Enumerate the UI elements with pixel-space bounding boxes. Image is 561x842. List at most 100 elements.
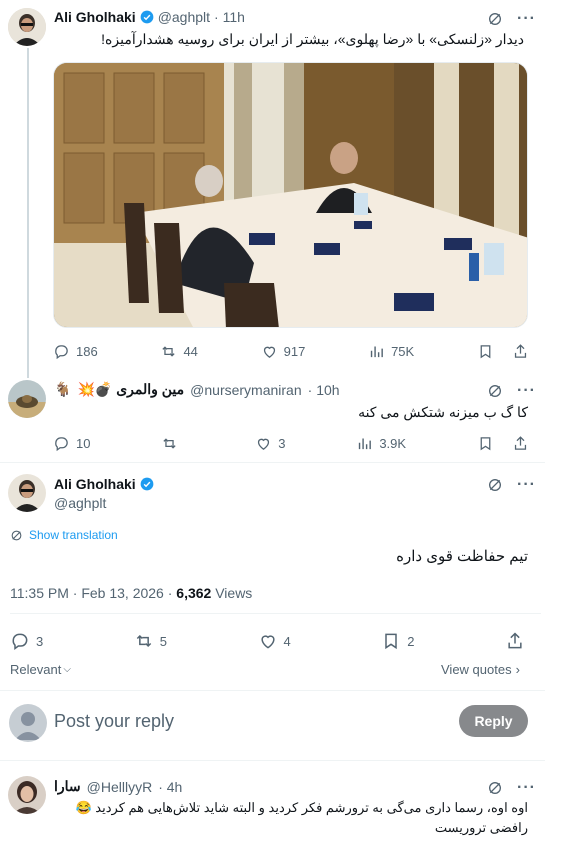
avatar-image [8, 380, 46, 418]
avatar[interactable] [8, 380, 46, 418]
reply-submit-button[interactable]: Reply [459, 705, 528, 737]
tweet-meta: 11:35 PM · Feb 13, 2026 · 6,362 Views [10, 585, 252, 601]
main-top-actions: ··· [487, 476, 536, 494]
retweet-count: 44 [183, 344, 198, 359]
like-button[interactable]: 917 [261, 343, 306, 360]
bookmark-icon[interactable] [477, 343, 494, 360]
translate-icon [11, 530, 22, 540]
avatar-image [8, 8, 46, 46]
heart-icon [260, 635, 275, 649]
avatar[interactable] [8, 8, 46, 46]
more-options-icon[interactable]: ··· [517, 382, 536, 400]
divider [10, 613, 541, 614]
show-translation-link[interactable]: Show translation [10, 528, 118, 542]
divider [0, 760, 545, 761]
user-avatar[interactable] [9, 704, 47, 742]
reply-button[interactable]: 10 [53, 435, 90, 452]
retweet-button[interactable]: 5 [134, 631, 167, 651]
like-button[interactable]: 4 [258, 631, 291, 651]
retweet-count: 5 [159, 633, 167, 649]
display-name[interactable]: Ali Gholhaki [54, 476, 136, 492]
reply-icon [55, 437, 68, 452]
name-emoji: 🐐 [54, 381, 72, 397]
tweet-text: دیدار «زلنسکی» با «رضا پهلوی»، بیشتر از … [101, 31, 524, 47]
share-icon[interactable] [512, 343, 529, 360]
grok-icon[interactable] [487, 780, 503, 796]
reply-count: 3 [36, 633, 44, 649]
meeting-photo [54, 63, 527, 327]
handle[interactable]: @HelllyyR [87, 779, 153, 795]
reply-input[interactable]: Post your reply [54, 711, 174, 732]
main-tweet-text: تیم حفاظت قوی داره [396, 548, 528, 565]
heart-icon [258, 438, 270, 450]
grok-icon[interactable] [487, 11, 503, 27]
reply1-actions: 10 3 3.9K [53, 435, 529, 452]
verified-badge-icon [140, 477, 154, 491]
avatar[interactable] [8, 474, 46, 512]
reply-text-line: رافضی تروریست [434, 820, 528, 835]
like-button[interactable]: 3 [255, 435, 285, 452]
grok-icon[interactable] [487, 477, 503, 493]
display-name[interactable]: مین والمری 💣💥 [77, 381, 184, 398]
retweet-button[interactable] [161, 435, 184, 452]
share-icon [508, 632, 522, 649]
share-button[interactable] [505, 631, 525, 651]
views-chart-icon [359, 438, 372, 450]
handle[interactable]: @aghplt [158, 9, 210, 25]
verified-badge-icon [140, 10, 154, 24]
reply2-header: سارا @HelllyyR · 4h [54, 778, 182, 795]
retweet-icon [163, 438, 176, 449]
like-count: 917 [283, 344, 306, 359]
more-options-icon[interactable]: ··· [517, 10, 536, 28]
bookmark-icon [385, 633, 397, 650]
reply-icon [12, 633, 28, 650]
retweet-icon [136, 634, 151, 648]
bookmark-count: 2 [407, 633, 415, 649]
post-timestamp[interactable]: 11:35 PM · Feb 13, 2026 · [10, 585, 176, 601]
handle[interactable]: @nurserymaniran [190, 382, 301, 398]
avatar[interactable] [8, 776, 46, 814]
sort-label: Relevant [10, 662, 62, 677]
bookmark-icon[interactable] [477, 435, 494, 452]
timestamp[interactable]: · 11h [214, 9, 245, 25]
views-button[interactable]: 3.9K [356, 435, 406, 452]
retweet-button[interactable]: 44 [160, 343, 198, 360]
divider [0, 462, 545, 463]
show-translation-label: Show translation [29, 528, 118, 542]
tweet1-header: Ali Gholhaki @aghplt · 11h [54, 9, 245, 25]
handle[interactable]: @aghplt [54, 495, 106, 511]
like-count: 4 [283, 633, 291, 649]
timestamp[interactable]: · 10h [308, 382, 340, 398]
reply-count: 186 [76, 344, 98, 359]
views-count: 3.9K [379, 436, 407, 451]
more-options-icon[interactable]: ··· [517, 476, 536, 494]
tweet1-actions: 186 44 917 75K [53, 343, 529, 360]
grok-icon[interactable] [487, 383, 503, 399]
reply-button[interactable]: 3 [10, 631, 43, 651]
main-actions: 3 5 4 2 [10, 631, 525, 651]
tweet1-top-actions: ··· [487, 10, 536, 28]
reply-icon [55, 345, 68, 360]
like-count: 3 [278, 436, 286, 451]
tweet-media[interactable] [53, 62, 528, 328]
bookmark-button[interactable]: 2 [381, 631, 414, 651]
retweet-icon [162, 346, 176, 357]
sort-relevant-dropdown[interactable]: Relevant ⌵ [10, 662, 71, 677]
view-quotes-link[interactable]: View quotes › [441, 662, 520, 677]
reply-button[interactable]: 186 [53, 343, 98, 360]
share-icon[interactable] [512, 435, 529, 452]
display-name[interactable]: Ali Gholhaki [54, 9, 136, 25]
divider [0, 690, 545, 691]
timestamp[interactable]: · 4h [158, 779, 182, 795]
display-name[interactable]: سارا [54, 778, 81, 795]
heart-icon [263, 346, 275, 358]
views-label: Views [211, 585, 253, 601]
more-options-icon[interactable]: ··· [517, 779, 536, 797]
views-count: 75K [391, 344, 415, 359]
reply1-top-actions: ··· [487, 382, 536, 400]
reply1-share-group [477, 435, 529, 452]
avatar-image [8, 776, 46, 814]
reply2-top-actions: ··· [487, 779, 536, 797]
reply-text-line: اوه اوه، رسما داری می‌گی به ترورشم فکر ک… [75, 800, 529, 815]
views-button[interactable]: 75K [368, 343, 414, 360]
